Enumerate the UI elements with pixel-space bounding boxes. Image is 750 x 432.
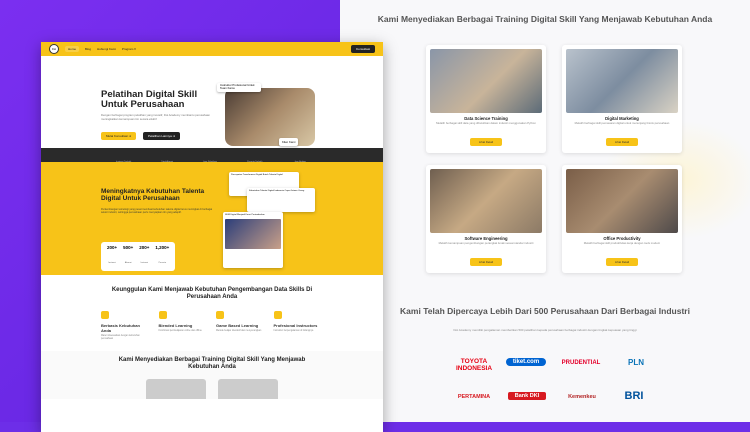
nav-item-contact[interactable]: Hubungi Kami (97, 47, 116, 51)
detail-button[interactable]: Lihat Detail (470, 138, 502, 146)
partners-title: Kami Telah Dipercaya Lebih Dari 500 Peru… (400, 306, 690, 316)
hero-section: Pelatihan Digital Skill Untuk Perusahaan… (41, 56, 383, 148)
talent-section: Meningkatnya Kebutuhan Talenta Digital U… (41, 162, 383, 275)
nav-item-program[interactable]: Program ▾ (122, 47, 136, 51)
features-title: Keunggulan Kami Menjawab Kebutuhan Penge… (111, 287, 313, 300)
training-image (430, 169, 542, 233)
nav-item-home[interactable]: Home (65, 46, 80, 52)
partner-logo-prudential: PRUDENTIAL (561, 360, 601, 366)
stats-bar: 200+Instansi Terlatih 250+Total Alumni 5… (41, 143, 383, 163)
talent-description: Perkembangan teknologi yang pesat membua… (101, 208, 213, 215)
feature-item: Profesional Instructors Instruktur berpen… (273, 311, 324, 341)
features-section: Keunggulan Kami Menjawab Kebutuhan Penge… (41, 287, 383, 341)
training-image (430, 49, 542, 113)
training-desc: Melatih berbagai skill pemasaran digital… (574, 121, 670, 125)
hero-secondary-button[interactable]: Pelatihan Lainnya ➔ (143, 132, 181, 140)
hero-photo (225, 88, 315, 146)
training-preview-image (218, 379, 278, 399)
detail-button[interactable]: Lihat Detail (606, 258, 638, 266)
training-card[interactable]: Office Productivity Melatih berbagai ski… (562, 165, 682, 273)
nav-item-blog[interactable]: Blog (85, 47, 91, 51)
training-desc: Melatih berbagai skill data yang dibutuh… (436, 121, 536, 125)
feature-icon (101, 311, 109, 319)
partner-logo-tiket: tiket.com (506, 358, 546, 366)
training-title: Kami Menyediakan Berbagai Training Digit… (377, 14, 713, 24)
news-card[interactable]: SDM Digital Menjadi Kunci Pertumbuhan (223, 212, 283, 268)
hero-description: Dengan berbagai program pelatihan yang i… (101, 113, 210, 121)
training-preview: Kami Menyediakan Berbagai Training Digit… (41, 351, 383, 399)
news-card[interactable]: Kebutuhan Talenta Digital Indonesia Capa… (247, 188, 315, 212)
hero-instructor-tag: Instruktur Profesional Untuk Team Kamu (217, 83, 261, 92)
logo[interactable]: Dot (49, 44, 59, 54)
talent-stat: 200+ Instansi (139, 245, 150, 264)
talent-stat: 200+ Instansi (107, 245, 118, 264)
hero-client-badge: Klien Kami (279, 138, 299, 146)
partners-description: Dot Academy memiliki pengalaman memberik… (453, 328, 637, 332)
training-card[interactable]: Data Science Training Melatih berbagai s… (426, 45, 546, 153)
partner-logo-bri: BRI (624, 390, 644, 402)
talent-stats: 200+ Instansi 500+ Alumni 200+ Instansi 1,2… (101, 242, 176, 271)
feature-item: Game Based Learning Metode belajar intera… (216, 311, 266, 341)
training-image (566, 49, 678, 113)
partner-logo-toyota: TOYOTA INDONESIA (455, 358, 493, 372)
training-preview-image (146, 379, 206, 399)
detail-button[interactable]: Lihat Detail (470, 258, 502, 266)
talent-stat: 1,200+ Peserta (155, 245, 170, 264)
training-image (566, 169, 678, 233)
talent-title: Meningkatnya Kebutuhan Talenta Digital U… (101, 188, 205, 202)
training-card[interactable]: Digital Marketing Melatih berbagai skill… (562, 45, 682, 153)
detail-button[interactable]: Lihat Detail (606, 138, 638, 146)
navbar: Dot Home Blog Hubungi Kami Program ▾ Kon… (41, 42, 383, 56)
training-desc: Melatih berbagai skill produktivitas ker… (583, 241, 661, 245)
feature-icon (216, 311, 224, 319)
training-desc: Melatih kemampuan pengembangan perangkat… (438, 241, 534, 245)
talent-stat: 500+ Alumni (123, 245, 134, 264)
consult-button[interactable]: Konsultasi (351, 45, 375, 53)
training-card[interactable]: Software Engineering Melatih kemampuan p… (426, 165, 546, 273)
hero-title: Pelatihan Digital Skill Untuk Perusahaan (101, 89, 198, 110)
feature-icon (158, 311, 167, 319)
partner-logo-kemenkeu: Kemenkeu (568, 394, 596, 400)
partner-logo-bankdki: Bank DKI (508, 392, 546, 400)
feature-item: Blended Learning Kombinasi pembelajaran o… (158, 311, 209, 341)
hero-primary-button[interactable]: Mulai Konsultasi ➔ (101, 132, 137, 140)
partner-logo-pln: PLN (628, 358, 644, 367)
website-preview: Dot Home Blog Hubungi Kami Program ▾ Kon… (41, 42, 383, 432)
training-preview-title: Kami Menyediakan Berbagai Training Digit… (118, 357, 306, 370)
feature-icon (273, 311, 282, 319)
partner-logo-pertamina: PERTAMINA (457, 394, 491, 400)
feature-item: Berbasis Kebutuhan Anda Materi disesuaika… (101, 311, 151, 341)
